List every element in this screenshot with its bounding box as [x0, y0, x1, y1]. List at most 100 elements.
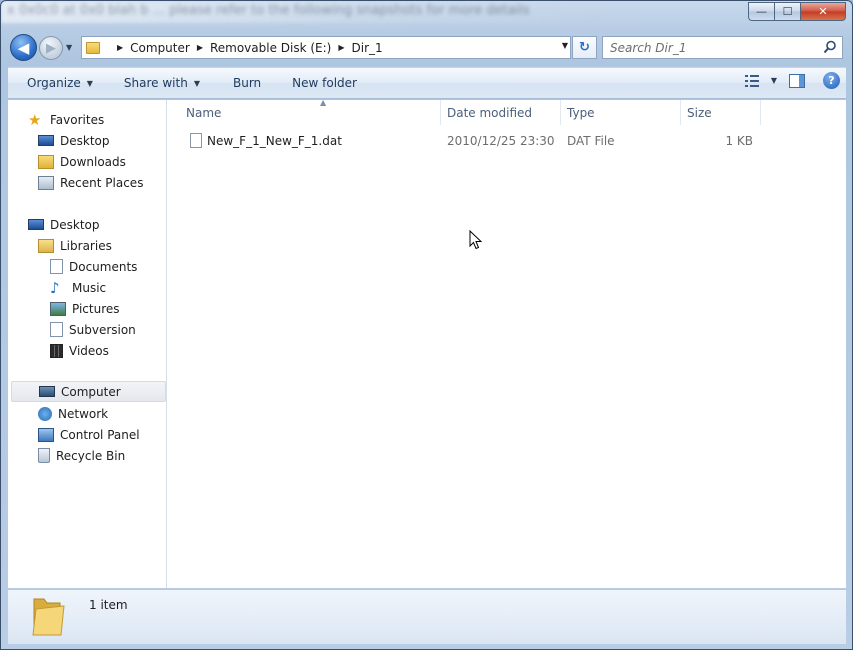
film-strip-icon	[50, 343, 63, 358]
sidebar-label: Desktop	[50, 217, 100, 232]
sidebar-label: Desktop	[60, 133, 110, 148]
sidebar-item-libraries[interactable]: Libraries	[38, 235, 112, 256]
breadcrumb-removable-disk[interactable]: Removable Disk (E:)	[210, 41, 331, 55]
control-panel-icon	[38, 427, 54, 442]
file-date-modified: 2010/12/25 23:30	[447, 134, 555, 148]
sidebar-label: Pictures	[72, 301, 120, 316]
sidebar-item-desktop-favorite[interactable]: Desktop	[38, 130, 110, 151]
desktop-icon	[38, 135, 54, 146]
computer-icon	[39, 386, 55, 397]
chevron-down-icon: ▼	[193, 78, 200, 88]
file-list-pane[interactable]: Name ▲ Date modified Type Size New_F_1_N…	[168, 98, 846, 588]
file-name: New_F_1_New_F_1.dat	[207, 134, 342, 148]
view-options-dropdown-icon[interactable]: ▼	[771, 76, 777, 85]
sidebar-item-recycle-bin[interactable]: Recycle Bin	[38, 445, 125, 466]
sidebar-item-computer[interactable]: Computer	[11, 381, 166, 402]
organize-label: Organize	[27, 76, 81, 90]
sidebar-label: Recycle Bin	[56, 448, 126, 463]
search-box[interactable]	[602, 36, 843, 59]
burn-button[interactable]: Burn	[211, 68, 272, 98]
organize-menu[interactable]: Organize ▼	[8, 68, 104, 98]
sidebar-item-documents[interactable]: Documents	[50, 256, 137, 277]
sidebar-label: Music	[72, 280, 107, 295]
forward-arrow-icon: ▶	[46, 40, 56, 56]
sidebar-label: Recent Places	[60, 175, 144, 190]
sidebar-label: Computer	[61, 384, 121, 399]
view-controls: ▼ ?	[744, 72, 840, 89]
star-icon: ★	[28, 110, 42, 129]
dat-file-icon	[190, 133, 202, 148]
column-header-date-modified[interactable]: Date modified	[442, 100, 561, 125]
file-size: 1 KB	[725, 134, 753, 148]
address-bar[interactable]: ▶ Computer ▶ Removable Disk (E:) ▶ Dir_1…	[81, 36, 571, 59]
close-button[interactable]: ✕	[800, 2, 846, 21]
recent-pages-dropdown[interactable]: ▼	[66, 43, 72, 52]
refresh-icon: ↻	[579, 40, 590, 55]
column-header-label: Date modified	[447, 105, 533, 120]
new-folder-button[interactable]: New folder	[272, 68, 368, 98]
breadcrumb-separator-icon[interactable]: ▶	[197, 43, 203, 52]
sidebar-item-pictures[interactable]: Pictures	[50, 298, 120, 319]
recent-places-icon	[38, 175, 54, 190]
sidebar-label: Subversion	[69, 322, 136, 337]
sidebar-item-subversion[interactable]: Subversion	[50, 319, 136, 340]
navigation-bar: ◀ ▶ ▼ ▶ Computer ▶ Removable Disk (E:) ▶…	[1, 31, 852, 63]
chevron-down-icon: ▼	[86, 78, 93, 88]
column-header-type[interactable]: Type	[562, 100, 681, 125]
forward-button[interactable]: ▶	[39, 36, 63, 60]
sidebar-label: Videos	[69, 343, 109, 358]
column-header-name[interactable]: Name ▲	[181, 98, 441, 125]
column-header-label: Name	[186, 105, 222, 120]
file-row[interactable]: New_F_1_New_F_1.dat 2010/12/25 23:30 DAT…	[186, 130, 766, 152]
details-pane: 1 item	[8, 589, 846, 644]
help-icon[interactable]: ?	[823, 72, 840, 89]
background-window-strip: x 0x0c0 at 0x0 blah b ... please refer t…	[1, 1, 601, 23]
documents-icon	[50, 259, 63, 274]
music-note-icon: ♪	[50, 278, 60, 297]
refresh-button[interactable]: ↻	[572, 36, 597, 59]
network-icon	[38, 406, 52, 421]
column-header-label: Size	[687, 105, 712, 120]
subversion-library-icon	[50, 322, 63, 337]
sidebar-item-control-panel[interactable]: Control Panel	[38, 424, 140, 445]
maximize-button[interactable]: ☐	[774, 2, 801, 21]
address-dropdown-icon[interactable]: ▼	[562, 41, 568, 50]
sidebar-label: Documents	[69, 259, 138, 274]
sidebar-label: Favorites	[50, 112, 105, 127]
breadcrumb-computer[interactable]: Computer	[130, 41, 190, 55]
back-arrow-icon: ◀	[17, 38, 30, 57]
file-type: DAT File	[567, 134, 615, 148]
preview-pane-icon[interactable]	[789, 73, 805, 88]
explorer-window: x 0x0c0 at 0x0 blah b ... please refer t…	[0, 0, 853, 650]
sidebar-item-music[interactable]: ♪ Music	[50, 277, 106, 298]
navigation-pane[interactable]: ★ Favorites Desktop Downloads Recent Plac…	[8, 100, 167, 588]
background-text: x 0x0c0 at 0x0 blah b ... please refer t…	[7, 3, 530, 18]
breadcrumb-separator-icon[interactable]: ▶	[117, 43, 123, 52]
sidebar-item-downloads[interactable]: Downloads	[38, 151, 126, 172]
sidebar-item-network[interactable]: Network	[38, 403, 108, 424]
desktop-icon	[28, 219, 44, 230]
breadcrumb-separator-icon[interactable]: ▶	[338, 43, 344, 52]
search-input[interactable]	[610, 40, 810, 55]
libraries-icon	[38, 238, 54, 253]
minimize-button[interactable]: —	[748, 2, 775, 21]
sidebar-item-favorites[interactable]: ★ Favorites	[28, 109, 104, 130]
command-bar: Organize ▼ Share with ▼ Burn New folder ▼ …	[8, 67, 846, 99]
caption-buttons: — ☐ ✕	[748, 2, 846, 21]
content-area: ★ Favorites Desktop Downloads Recent Plac…	[8, 98, 846, 588]
folder-icon	[32, 598, 65, 636]
sidebar-item-recent-places[interactable]: Recent Places	[38, 172, 143, 193]
sidebar-label: Control Panel	[60, 427, 140, 442]
recycle-bin-icon	[38, 448, 50, 463]
sidebar-item-desktop[interactable]: Desktop	[28, 214, 100, 235]
breadcrumb-dir-1[interactable]: Dir_1	[352, 41, 383, 55]
back-button[interactable]: ◀	[10, 34, 37, 61]
folder-icon	[86, 41, 100, 54]
pictures-icon	[50, 301, 66, 316]
search-icon[interactable]	[823, 40, 837, 54]
column-header-size[interactable]: Size	[682, 100, 761, 125]
share-with-label: Share with	[123, 76, 188, 90]
share-with-menu[interactable]: Share with ▼	[104, 68, 211, 98]
sidebar-item-videos[interactable]: Videos	[50, 340, 109, 361]
view-details-icon[interactable]	[744, 74, 759, 87]
